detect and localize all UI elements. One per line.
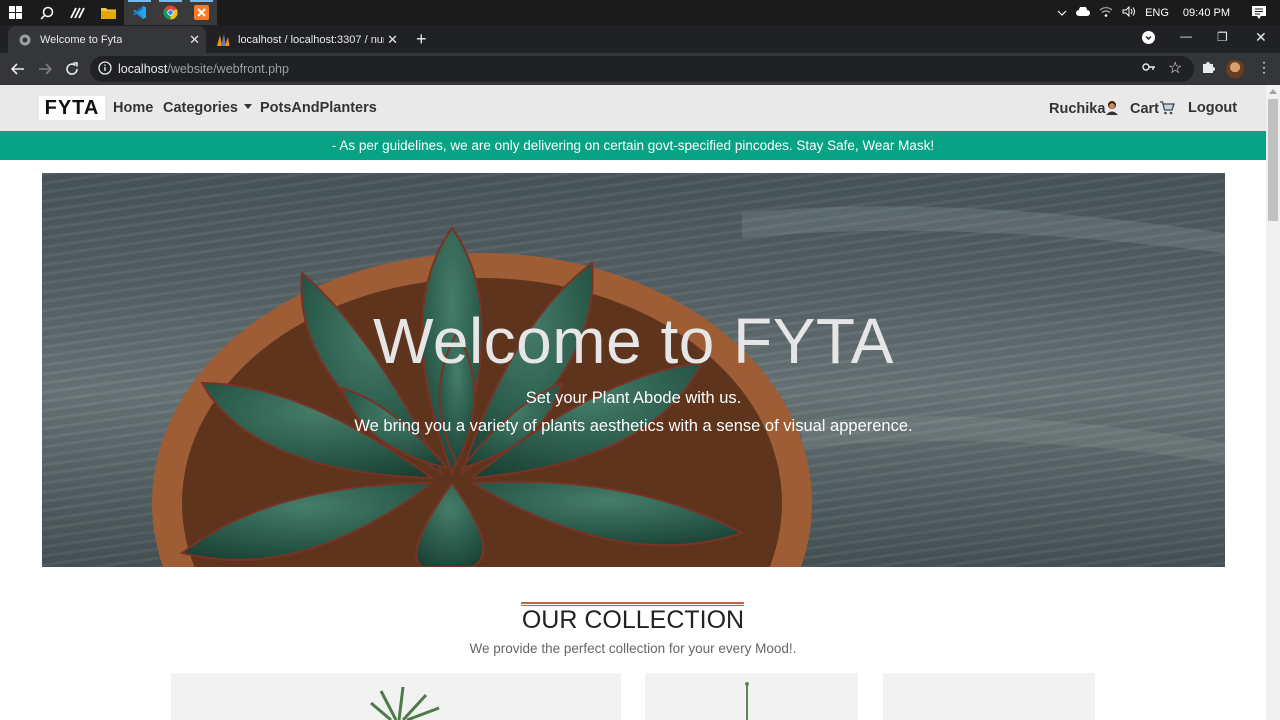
extensions-icon[interactable] — [1201, 60, 1215, 77]
scrollbar-thumb[interactable] — [1268, 99, 1278, 221]
browser-toolbar: localhost/website/webfront.php ☆ ⋮ — [0, 53, 1280, 85]
nav-pots-and-planters[interactable]: PotsAndPlanters — [260, 100, 377, 116]
close-tab-icon[interactable]: ✕ — [387, 33, 398, 46]
url-path: /website/webfront.php — [167, 62, 289, 76]
banner-text: - As per guidelines, we are only deliver… — [331, 138, 935, 153]
xampp-icon[interactable] — [186, 0, 217, 25]
clock[interactable]: 09:40 PM — [1183, 7, 1230, 19]
user-emoji-icon — [1105, 101, 1119, 117]
wifi-icon[interactable] — [1099, 6, 1113, 20]
plant-image — [745, 682, 749, 720]
fyta-logo[interactable]: FYTA — [39, 96, 105, 120]
globe-icon — [18, 33, 32, 47]
reload-icon[interactable] — [62, 59, 82, 79]
windows-taskbar: ENG 09:40 PM — [0, 0, 1280, 25]
collection-subtitle: We provide the perfect collection for yo… — [469, 641, 797, 656]
url-text[interactable]: localhost/website/webfront.php — [118, 62, 289, 76]
hero-subtitle-2: We bring you a variety of plants aesthet… — [354, 417, 913, 435]
info-icon[interactable] — [98, 61, 113, 76]
collection-card[interactable] — [171, 673, 621, 720]
hero-subtitle-1: Set your Plant Abode with us. — [525, 389, 742, 407]
app-icon[interactable] — [62, 0, 93, 25]
language-indicator[interactable]: ENG — [1145, 7, 1169, 19]
nav-categories-label: Categories — [163, 100, 238, 116]
key-icon[interactable] — [1142, 60, 1156, 75]
nav-categories[interactable]: Categories — [163, 100, 252, 116]
notification-icon[interactable] — [1248, 0, 1270, 25]
more-menu-icon[interactable]: ⋮ — [1257, 59, 1271, 76]
profile-avatar[interactable] — [1226, 60, 1244, 78]
site-navbar: FYTA Home Categories PotsAndPlanters Ruc… — [0, 85, 1266, 131]
browser-tabstrip: Welcome to Fyta ✕ localhost / localhost:… — [0, 25, 1280, 53]
file-explorer-icon[interactable] — [93, 0, 124, 25]
caret-down-icon — [243, 104, 252, 109]
chevron-up-icon[interactable] — [1057, 7, 1067, 19]
nav-user[interactable]: Ruchika — [1049, 100, 1119, 117]
close-tab-icon[interactable]: ✕ — [189, 33, 200, 46]
tab-title: localhost / localhost:3307 / nurse — [238, 33, 384, 46]
url-host: localhost — [118, 62, 168, 76]
page-scrollbar[interactable] — [1266, 85, 1280, 720]
plant-image — [370, 686, 440, 720]
hero-title: Welcome to FYTA — [373, 305, 894, 377]
system-tray: ENG 09:40 PM — [1048, 0, 1280, 25]
user-name: Ruchika — [1049, 101, 1106, 117]
search-icon[interactable] — [31, 0, 62, 25]
nav-home[interactable]: Home — [113, 100, 153, 116]
tab-phpmyadmin[interactable]: localhost / localhost:3307 / nurse ✕ — [206, 26, 404, 53]
new-tab-button[interactable]: + — [416, 30, 427, 48]
vscode-icon[interactable] — [124, 0, 155, 25]
hero-carousel: Welcome to FYTA Set your Plant Abode wit… — [42, 173, 1225, 567]
cart-icon — [1159, 101, 1175, 117]
collection-title: OUR COLLECTION — [521, 606, 745, 634]
chrome-icon[interactable] — [155, 0, 186, 25]
collection-card[interactable] — [645, 673, 858, 720]
cloud-icon[interactable] — [1076, 5, 1091, 19]
minimize-icon[interactable]: — — [1180, 29, 1192, 43]
delivery-banner: - As per guidelines, we are only deliver… — [0, 131, 1266, 160]
tab-search-icon[interactable] — [1142, 31, 1155, 47]
bookmark-star-icon[interactable]: ☆ — [1168, 58, 1182, 78]
collection-card[interactable] — [883, 673, 1095, 720]
back-icon[interactable] — [8, 59, 28, 79]
forward-icon[interactable] — [35, 59, 55, 79]
restore-icon[interactable]: ❐ — [1217, 30, 1228, 44]
phpmyadmin-icon — [216, 33, 230, 47]
tab-welcome-to-fyta[interactable]: Welcome to Fyta ✕ — [8, 26, 206, 53]
volume-icon[interactable] — [1122, 5, 1136, 20]
logo-text: FYTA — [44, 96, 100, 119]
nav-cart[interactable]: Cart — [1130, 100, 1175, 117]
close-window-icon[interactable]: ✕ — [1255, 29, 1267, 46]
collection-accent-line-top — [521, 602, 744, 604]
tab-title: Welcome to Fyta — [40, 33, 123, 46]
nav-logout[interactable]: Logout — [1188, 100, 1237, 116]
cart-label: Cart — [1130, 101, 1160, 117]
address-bar[interactable]: localhost/website/webfront.php — [90, 56, 1194, 82]
scroll-up-arrow-icon[interactable] — [1269, 89, 1277, 94]
windows-start-icon[interactable] — [0, 0, 31, 25]
